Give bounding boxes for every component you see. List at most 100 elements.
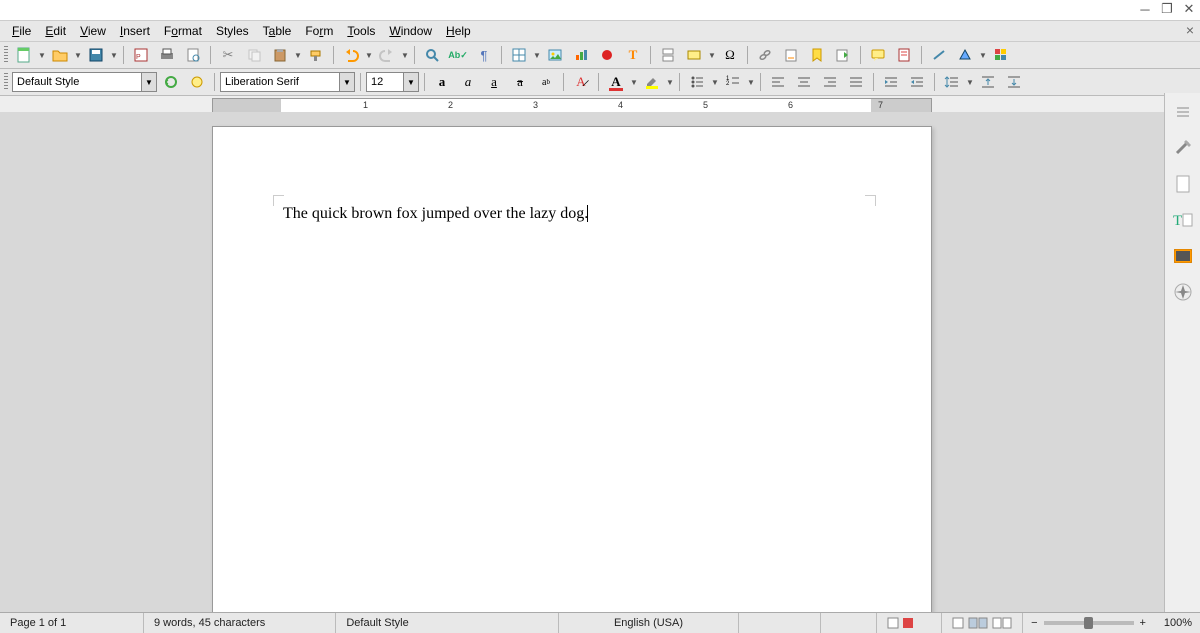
save-button[interactable]	[84, 43, 108, 67]
image-button[interactable]	[543, 43, 567, 67]
align-left-button[interactable]	[766, 70, 790, 94]
status-view-layout[interactable]	[942, 613, 1023, 633]
hyperlink-button[interactable]	[753, 43, 777, 67]
zoom-control[interactable]: − + 100%	[1023, 617, 1200, 629]
new-style-button[interactable]	[185, 70, 209, 94]
document-page[interactable]: The quick brown fox jumped over the lazy…	[212, 126, 932, 613]
superscript-button[interactable]: ab	[534, 70, 558, 94]
bullet-dropdown[interactable]: ▼	[711, 78, 719, 87]
field-button[interactable]	[682, 43, 706, 67]
line-button[interactable]	[927, 43, 951, 67]
chart-button[interactable]	[569, 43, 593, 67]
font-name-input[interactable]	[221, 74, 339, 90]
track-changes-button[interactable]	[892, 43, 916, 67]
zoom-in-icon[interactable]: +	[1140, 617, 1146, 629]
paragraph-style-input[interactable]	[13, 74, 141, 90]
save-dropdown[interactable]: ▼	[110, 51, 118, 60]
chevron-down-icon[interactable]: ▼	[141, 73, 156, 91]
underline-button[interactable]: a	[482, 70, 506, 94]
font-size-input[interactable]	[367, 74, 403, 90]
paste-button[interactable]	[268, 43, 292, 67]
footnote-button[interactable]	[779, 43, 803, 67]
zoom-value[interactable]: 100%	[1152, 617, 1192, 629]
menu-styles[interactable]: Styles	[210, 22, 255, 40]
toolbar-grip[interactable]	[4, 73, 8, 91]
italic-button[interactable]: a	[456, 70, 480, 94]
numbered-list-button[interactable]: 12	[721, 70, 745, 94]
zoom-slider[interactable]	[1044, 621, 1134, 625]
status-insert-mode[interactable]	[821, 613, 877, 633]
print-button[interactable]	[155, 43, 179, 67]
sidebar-settings-icon[interactable]	[1170, 99, 1196, 125]
draw-functions-button[interactable]	[989, 43, 1013, 67]
menu-help[interactable]: Help	[440, 22, 477, 40]
undo-button[interactable]	[339, 43, 363, 67]
textbox-button[interactable]: T	[621, 43, 645, 67]
clear-formatting-button[interactable]: A̷	[569, 70, 593, 94]
cross-reference-button[interactable]	[831, 43, 855, 67]
status-word-count[interactable]: 9 words, 45 characters	[144, 613, 336, 633]
font-color-button[interactable]: A	[604, 70, 628, 94]
window-restore-icon[interactable]: ❐	[1160, 2, 1174, 16]
status-page[interactable]: Page 1 of 1	[0, 613, 144, 633]
align-center-button[interactable]	[792, 70, 816, 94]
clone-formatting-button[interactable]	[304, 43, 328, 67]
record-button[interactable]	[595, 43, 619, 67]
bold-button[interactable]: a	[430, 70, 454, 94]
menu-insert[interactable]: Insert	[114, 22, 156, 40]
font-color-dropdown[interactable]: ▼	[630, 78, 638, 87]
menu-format[interactable]: Format	[158, 22, 208, 40]
menu-view[interactable]: View	[74, 22, 112, 40]
basic-shapes-button[interactable]	[953, 43, 977, 67]
shapes-dropdown[interactable]: ▼	[979, 51, 987, 60]
sidebar-gallery-icon[interactable]	[1170, 243, 1196, 269]
chevron-down-icon[interactable]: ▼	[403, 73, 418, 91]
window-close-icon[interactable]: ✕	[1182, 2, 1196, 16]
chevron-down-icon[interactable]: ▼	[339, 73, 354, 91]
cut-button[interactable]: ✂	[216, 43, 240, 67]
status-language[interactable]: English (USA)	[559, 613, 738, 633]
align-justify-button[interactable]	[844, 70, 868, 94]
print-preview-button[interactable]	[181, 43, 205, 67]
numbered-dropdown[interactable]: ▼	[747, 78, 755, 87]
font-name-combo[interactable]: ▼	[220, 72, 355, 92]
window-minimize-icon[interactable]: ─	[1138, 2, 1152, 16]
field-dropdown[interactable]: ▼	[708, 51, 716, 60]
copy-button[interactable]	[242, 43, 266, 67]
para-space-increase-button[interactable]	[976, 70, 1000, 94]
line-spacing-button[interactable]	[940, 70, 964, 94]
indent-increase-button[interactable]	[879, 70, 903, 94]
sidebar-styles-icon[interactable]: T	[1170, 207, 1196, 233]
menu-form[interactable]: Form	[299, 22, 339, 40]
font-size-combo[interactable]: ▼	[366, 72, 419, 92]
menu-file[interactable]: File	[6, 22, 37, 40]
sidebar-properties-icon[interactable]	[1170, 135, 1196, 161]
bookmark-button[interactable]	[805, 43, 829, 67]
paragraph-style-combo[interactable]: ▼	[12, 72, 157, 92]
status-style[interactable]: Default Style	[336, 613, 559, 633]
document-text[interactable]: The quick brown fox jumped over the lazy…	[283, 205, 867, 223]
formatting-marks-button[interactable]: ¶	[472, 43, 496, 67]
menu-table[interactable]: Table	[257, 22, 298, 40]
indent-decrease-button[interactable]	[905, 70, 929, 94]
bullet-list-button[interactable]	[685, 70, 709, 94]
strikethrough-button[interactable]: a	[508, 70, 532, 94]
special-char-button[interactable]: Ω	[718, 43, 742, 67]
zoom-out-icon[interactable]: −	[1031, 617, 1037, 629]
open-button[interactable]	[48, 43, 72, 67]
redo-button[interactable]	[375, 43, 399, 67]
paste-dropdown[interactable]: ▼	[294, 51, 302, 60]
status-selection-mode[interactable]	[877, 613, 942, 633]
new-doc-button[interactable]	[12, 43, 36, 67]
table-dropdown[interactable]: ▼	[533, 51, 541, 60]
menu-tools[interactable]: Tools	[341, 22, 381, 40]
undo-dropdown[interactable]: ▼	[365, 51, 373, 60]
new-doc-dropdown[interactable]: ▼	[38, 51, 46, 60]
document-close-icon[interactable]: ×	[1186, 22, 1194, 38]
open-dropdown[interactable]: ▼	[74, 51, 82, 60]
comment-button[interactable]	[866, 43, 890, 67]
toolbar-grip[interactable]	[4, 46, 8, 64]
find-replace-button[interactable]	[420, 43, 444, 67]
spacing-dropdown[interactable]: ▼	[966, 78, 974, 87]
update-style-button[interactable]	[159, 70, 183, 94]
